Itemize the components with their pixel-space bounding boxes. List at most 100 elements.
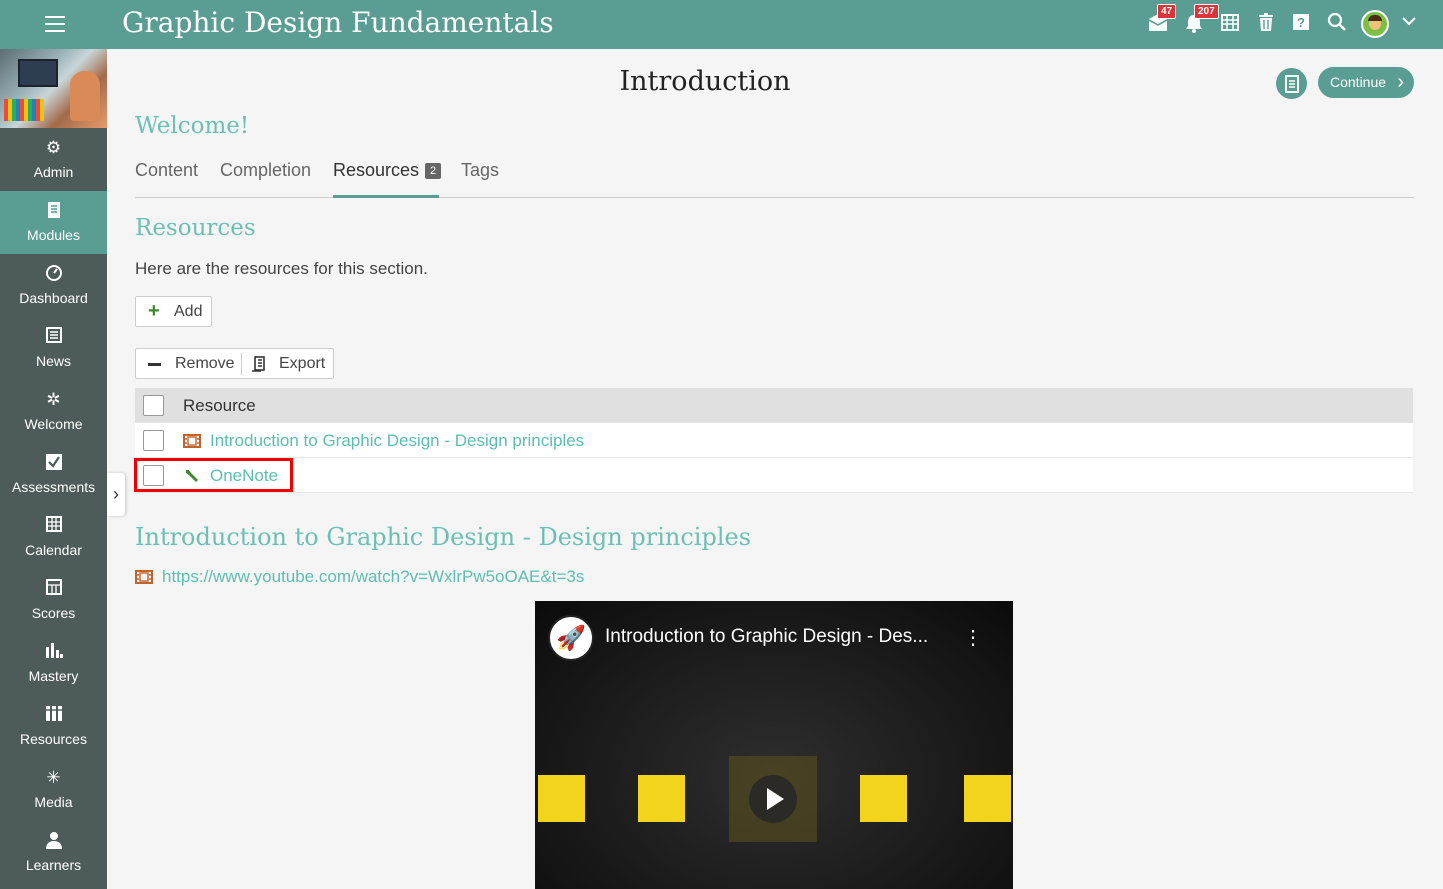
calendar-icon[interactable] (1218, 12, 1242, 36)
film-icon (183, 423, 201, 458)
sidebar-item-welcome[interactable]: ✲ Welcome (0, 380, 107, 443)
video-frame-shape (964, 775, 1011, 822)
top-bar: Graphic Design Fundamentals 47 207 ? (0, 0, 1443, 49)
chevron-right-icon: › (1397, 71, 1404, 93)
notifications-badge: 207 (1194, 4, 1219, 19)
trash-icon[interactable] (1254, 12, 1278, 36)
user-avatar[interactable] (1361, 10, 1389, 38)
resource-detail-title: Introduction to Graphic Design - Design … (135, 523, 752, 551)
resource-count-badge: 2 (425, 163, 442, 179)
table-row: OneNote (135, 458, 1413, 493)
books-icon (0, 705, 107, 726)
media-icon: ✳ (46, 768, 61, 787)
table-row: Introduction to Graphic Design - Design … (135, 423, 1413, 458)
messages-badge: 47 (1157, 4, 1177, 19)
section-tabs: Content Completion Resources 2 Tags (135, 156, 1414, 198)
add-button[interactable]: + Add (135, 296, 212, 327)
remove-export-button-group: Remove Export (135, 348, 334, 379)
export-icon (250, 349, 268, 378)
sidebar-item-label: Admin (33, 164, 74, 180)
sidebar-item-label: Calendar (25, 542, 82, 558)
chevron-right-icon: › (113, 484, 119, 504)
section-title: Welcome! (135, 113, 250, 139)
tab-resources[interactable]: Resources 2 (333, 156, 442, 198)
play-button-icon[interactable] (749, 775, 797, 823)
sidebar-item-label: Learners (25, 857, 82, 873)
tab-label: Resources (333, 160, 420, 180)
sidebar-item-label: Resources (20, 731, 87, 747)
tab-label: Content (135, 160, 199, 180)
notebook-icon (0, 201, 107, 224)
calendar-icon (0, 516, 107, 537)
sidebar-item-dashboard[interactable]: Dashboard (0, 254, 107, 317)
tab-completion[interactable]: Completion (220, 156, 311, 198)
messages-icon[interactable]: 47 (1146, 4, 1177, 36)
export-button[interactable]: Export (279, 349, 325, 378)
resource-link[interactable]: OneNote (210, 458, 278, 493)
scores-icon (0, 579, 107, 600)
person-icon (0, 831, 107, 854)
sidebar-item-label: Welcome (24, 416, 83, 432)
resources-description: Here are the resources for this section. (135, 259, 428, 278)
plus-icon: + (148, 300, 160, 322)
add-label: Add (174, 303, 203, 320)
search-icon[interactable] (1325, 12, 1349, 36)
bar-chart-icon (0, 642, 107, 663)
sidebar-item-resources[interactable]: Resources (0, 695, 107, 758)
hamburger-menu-icon[interactable] (40, 12, 70, 36)
newspaper-icon (0, 327, 107, 348)
channel-logo-icon[interactable]: 🚀 (548, 615, 594, 661)
button-divider (241, 353, 242, 375)
film-icon (135, 566, 153, 588)
sidebar-item-label: Assessments (11, 479, 96, 495)
resource-link[interactable]: Introduction to Graphic Design - Design … (210, 423, 584, 458)
video-player[interactable]: 🚀 Introduction to Graphic Design - Des..… (535, 601, 1013, 889)
course-image (0, 49, 107, 128)
sidebar-item-calendar[interactable]: Calendar (0, 506, 107, 569)
sidebar-item-admin[interactable]: ⚙ Admin (0, 128, 107, 191)
resources-table: Resource Introduction to Graphic Design … (135, 388, 1413, 493)
checkbox-icon (0, 453, 107, 476)
row-checkbox[interactable] (143, 465, 164, 486)
sidebar-item-label: Media (34, 794, 73, 810)
sparkle-icon: ✲ (46, 390, 61, 409)
tab-tags[interactable]: Tags (461, 156, 499, 198)
table-header-row: Resource (135, 388, 1413, 423)
sidebar-item-label: News (35, 353, 71, 369)
video-frame-shape (860, 775, 907, 822)
more-options-icon[interactable]: ⋮ (963, 623, 983, 653)
sidebar-collapse-toggle[interactable]: › (107, 473, 125, 516)
resource-url-link[interactable]: https://www.youtube.com/watch?v=WxlrPw5o… (162, 566, 584, 588)
continue-label: Continue (1330, 74, 1387, 90)
sidebar-item-news[interactable]: News (0, 317, 107, 380)
select-all-checkbox[interactable] (143, 395, 164, 416)
sidebar-item-modules[interactable]: Modules (0, 191, 107, 254)
page-title: Introduction (619, 66, 791, 97)
course-title: Graphic Design Fundamentals (122, 6, 554, 39)
minus-icon (148, 363, 161, 366)
column-header-resource: Resource (183, 396, 256, 415)
notifications-icon[interactable]: 207 (1182, 4, 1219, 36)
continue-button[interactable]: Continue › (1318, 67, 1414, 98)
row-checkbox[interactable] (143, 430, 164, 451)
sidebar-item-media[interactable]: ✳ Media (0, 758, 107, 821)
tab-content[interactable]: Content (135, 156, 198, 198)
sidebar-item-mastery[interactable]: Mastery (0, 632, 107, 695)
chevron-down-icon[interactable] (1397, 12, 1421, 36)
tab-label: Tags (461, 160, 500, 180)
remove-button[interactable]: Remove (175, 349, 235, 378)
gauge-icon (0, 264, 107, 287)
sidebar-item-learners[interactable]: Learners (0, 821, 107, 884)
video-title[interactable]: Introduction to Graphic Design - Des... (605, 626, 928, 648)
tab-label: Completion (220, 160, 312, 180)
sidebar-item-scores[interactable]: Scores (0, 569, 107, 632)
help-icon[interactable]: ? (1289, 12, 1313, 36)
sidebar: ⚙ Admin Modules Dashboard News ✲ Welcome… (0, 49, 107, 889)
video-frame-shape (538, 775, 585, 822)
sidebar-item-assessments[interactable]: Assessments (0, 443, 107, 506)
video-frame-shape (638, 775, 685, 822)
sidebar-item-label: Mastery (28, 668, 79, 684)
sidebar-item-label: Modules (27, 227, 80, 243)
gear-icon: ⚙ (45, 138, 62, 157)
notes-button[interactable] (1276, 68, 1307, 99)
